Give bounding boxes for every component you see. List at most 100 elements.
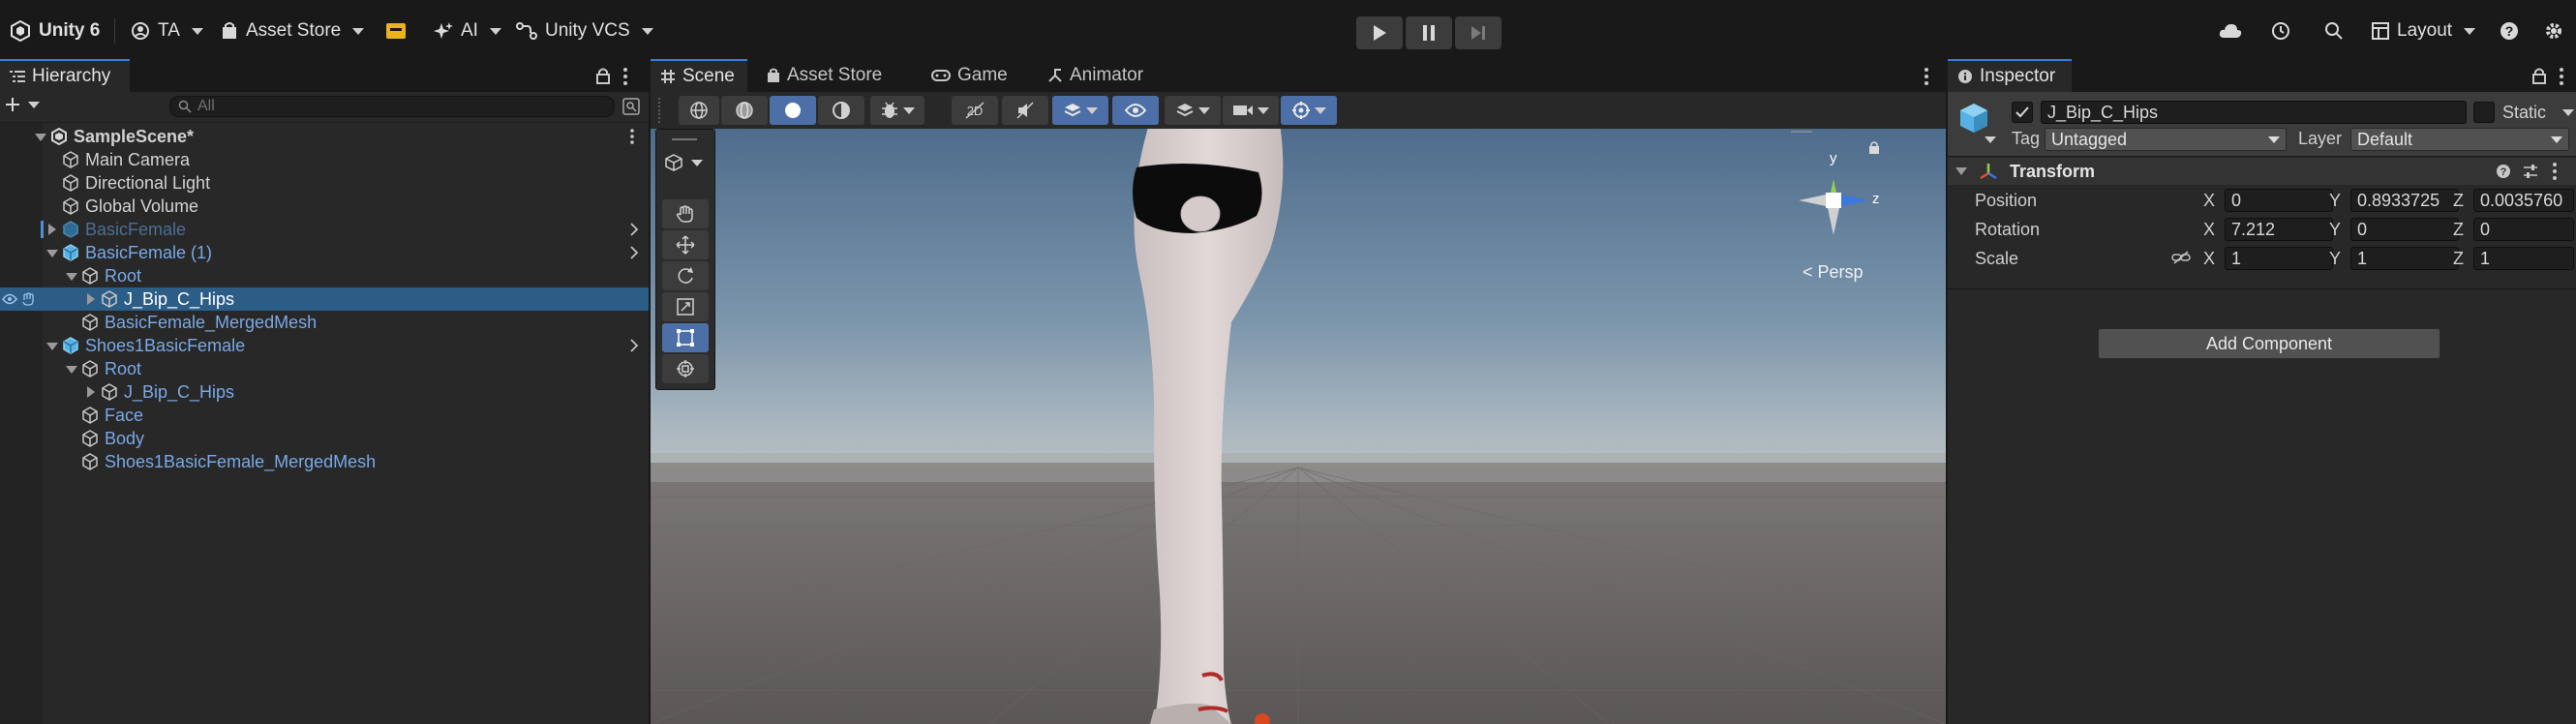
unity-menu-button[interactable]: Unity 6 [10, 5, 100, 57]
pause-button[interactable] [1406, 16, 1452, 49]
preset-sliders-icon[interactable] [2523, 164, 2538, 179]
gizmos-dropdown[interactable] [1281, 96, 1337, 125]
tool-context-dropdown[interactable] [664, 153, 703, 172]
hierarchy-item[interactable]: Body [0, 427, 649, 450]
hierarchy-search-field[interactable]: All [169, 96, 615, 117]
toggle-2d-button[interactable]: 2D [952, 96, 998, 125]
foldout-expanded-icon[interactable] [66, 273, 77, 281]
eye-visibility-icon[interactable] [2, 292, 17, 306]
pickable-hand-icon[interactable] [21, 292, 35, 306]
hierarchy-item[interactable]: Shoes1BasicFemale [0, 334, 649, 357]
panel-splitter[interactable] [649, 59, 651, 724]
more-options-icon[interactable] [2552, 162, 2558, 181]
tag-dropdown[interactable]: Untagged [2045, 128, 2287, 151]
tab-game[interactable]: Game [922, 59, 1017, 92]
layer-dropdown[interactable]: Default [2350, 128, 2569, 151]
hierarchy-item[interactable]: Global Volume [0, 195, 649, 218]
static-dropdown-caret[interactable] [2562, 109, 2574, 116]
rotate-tool-button[interactable] [662, 261, 709, 290]
tab-inspector[interactable]: Inspector [1948, 59, 2072, 92]
render-layers-dropdown[interactable] [1165, 96, 1221, 125]
move-tool-button[interactable] [662, 230, 709, 259]
notifications-button[interactable] [385, 5, 407, 57]
hierarchy-item[interactable]: Main Camera [0, 148, 649, 171]
link-proportions-icon[interactable] [2171, 250, 2191, 265]
help-button[interactable]: ? [2500, 5, 2519, 57]
more-options-icon[interactable] [2559, 67, 2564, 86]
rect-tool-button[interactable] [662, 323, 709, 352]
rotation-x-field[interactable]: 7.212 [2225, 218, 2333, 241]
settings-button[interactable] [2544, 5, 2563, 57]
cloud-button[interactable] [2219, 5, 2242, 57]
draw-mode-unlit-button[interactable] [818, 96, 864, 125]
position-y-field[interactable]: 0.8933725 [2350, 189, 2459, 212]
draw-mode-wireframe-button[interactable] [679, 96, 719, 125]
debug-draw-dropdown[interactable] [870, 96, 924, 125]
search-filter-icon[interactable] [622, 98, 640, 115]
transform-header[interactable]: Transform ? [1948, 158, 2576, 185]
foldout-expanded-icon[interactable] [35, 134, 46, 141]
chevron-right-icon[interactable] [629, 339, 639, 352]
scale-z-field[interactable]: 1 [2473, 247, 2574, 270]
help-icon[interactable]: ? [2496, 164, 2511, 179]
history-button[interactable] [2270, 5, 2291, 57]
scene-viewport[interactable]: y z < Persp [651, 129, 1946, 724]
transform-tool-button[interactable] [662, 354, 709, 383]
unity-vcs-dropdown[interactable]: Unity VCS [516, 5, 653, 57]
foldout-collapsed-icon[interactable] [48, 224, 56, 235]
foldout-expanded-icon[interactable] [46, 343, 58, 350]
hierarchy-item[interactable]: BasicFemale (1) [0, 241, 649, 264]
tab-scene[interactable]: Scene [651, 59, 747, 92]
chevron-right-icon[interactable] [629, 223, 639, 236]
projection-toggle[interactable]: < Persp [1803, 262, 1864, 283]
orientation-gizmo[interactable]: y z < Persp [1791, 129, 1917, 305]
position-z-field[interactable]: 0.0035760 [2473, 189, 2574, 212]
hierarchy-item[interactable]: Directional Light [0, 171, 649, 195]
hierarchy-item[interactable]: Root [0, 264, 649, 287]
active-checkbox[interactable] [2012, 102, 2033, 123]
lock-icon[interactable] [2531, 67, 2547, 84]
create-dropdown[interactable] [5, 97, 40, 112]
effects-dropdown[interactable] [1052, 96, 1108, 125]
hierarchy-item[interactable]: J_Bip_C_Hips [0, 380, 649, 404]
position-x-field[interactable]: 0 [2225, 189, 2333, 212]
draw-mode-shaded-button[interactable] [770, 96, 816, 125]
rotation-z-field[interactable]: 0 [2473, 218, 2574, 241]
lock-icon[interactable] [595, 67, 611, 84]
search-button[interactable] [2324, 5, 2344, 57]
tab-hierarchy[interactable]: Hierarchy [0, 59, 130, 92]
static-checkbox[interactable] [2473, 102, 2495, 123]
scene-visibility-button[interactable] [1112, 96, 1159, 125]
hierarchy-scene-row[interactable]: SampleScene* [0, 125, 649, 148]
account-dropdown[interactable]: TA [131, 5, 203, 57]
icon-dropdown-caret[interactable] [1985, 136, 1996, 143]
hand-tool-button[interactable] [662, 199, 709, 228]
layout-dropdown[interactable]: Layout [2372, 5, 2476, 57]
tab-asset-store[interactable]: Asset Store [757, 59, 892, 92]
camera-settings-dropdown[interactable] [1223, 96, 1279, 125]
scale-x-field[interactable]: 1 [2225, 247, 2333, 270]
toggle-audio-button[interactable] [1002, 96, 1048, 125]
step-button[interactable] [1455, 16, 1501, 49]
add-component-button[interactable]: Add Component [2098, 328, 2440, 359]
hierarchy-item[interactable]: Root [0, 357, 649, 380]
hierarchy-item[interactable]: BasicFemale_MergedMesh [0, 311, 649, 334]
hierarchy-item[interactable]: J_Bip_C_Hips [0, 287, 649, 311]
scale-y-field[interactable]: 1 [2350, 247, 2459, 270]
hierarchy-item[interactable]: BasicFemale [0, 218, 649, 241]
hierarchy-item[interactable]: Face [0, 404, 649, 427]
chevron-right-icon[interactable] [629, 246, 639, 259]
ai-dropdown[interactable]: AI [434, 5, 501, 57]
more-options-icon[interactable] [629, 128, 635, 145]
object-name-field[interactable]: J_Bip_C_Hips [2041, 101, 2467, 124]
scale-tool-button[interactable] [662, 292, 709, 321]
panel-splitter[interactable] [1946, 59, 1948, 724]
hierarchy-item[interactable]: Shoes1BasicFemale_MergedMesh [0, 450, 649, 473]
more-options-icon[interactable] [622, 67, 628, 86]
play-button[interactable] [1356, 16, 1403, 49]
tab-animator[interactable]: Animator [1038, 59, 1153, 92]
rotation-y-field[interactable]: 0 [2350, 218, 2459, 241]
foldout-collapsed-icon[interactable] [87, 293, 95, 305]
foldout-expanded-icon[interactable] [46, 250, 58, 257]
foldout-expanded-icon[interactable] [66, 366, 77, 374]
